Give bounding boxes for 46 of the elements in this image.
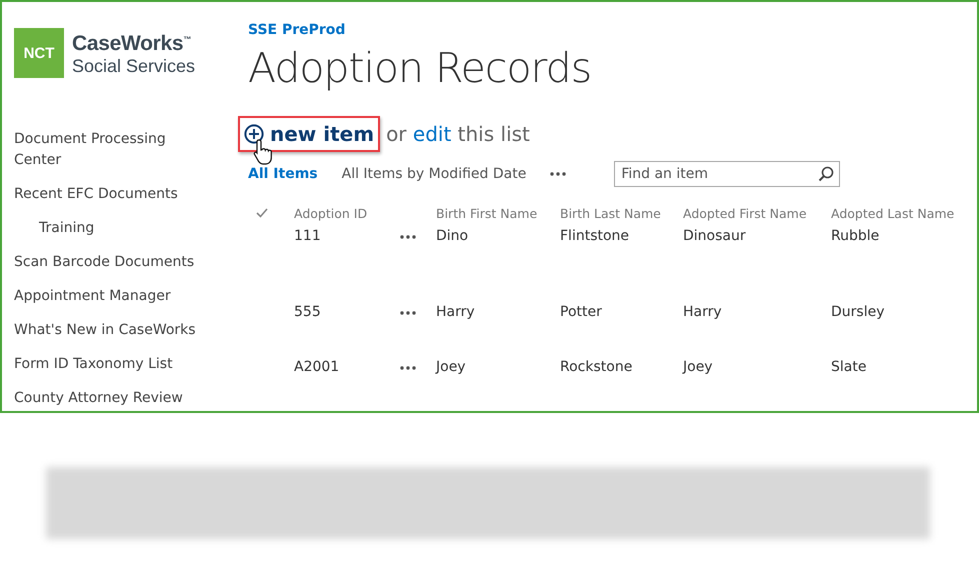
table-cell: Harry: [683, 304, 722, 320]
brand-subtitle: Social Services: [72, 55, 196, 77]
more-icon[interactable]: [400, 366, 416, 370]
view-tab[interactable]: All Items: [248, 166, 318, 182]
more-icon[interactable]: [400, 311, 416, 315]
nav-link[interactable]: Appointment Manager: [14, 286, 204, 307]
table-cell: Joey: [683, 359, 713, 375]
column-header[interactable]: Birth Last Name: [560, 206, 661, 221]
table-cell: Joey: [436, 359, 466, 375]
nav-link[interactable]: Training: [14, 218, 229, 239]
table-cell: A2001: [294, 359, 340, 375]
check-icon: [256, 208, 268, 218]
nav-link[interactable]: What's New in CaseWorks: [14, 320, 204, 341]
table-cell: Dino: [436, 228, 468, 244]
more-icon[interactable]: [400, 235, 416, 239]
site-link[interactable]: SSE PreProd: [248, 22, 346, 38]
table-cell: Rubble: [831, 228, 880, 244]
search-field[interactable]: Find an item: [614, 161, 840, 187]
table-cell: Slate: [831, 359, 866, 375]
table-cell: 555: [294, 304, 321, 320]
table-cell: Flintstone: [560, 228, 630, 244]
more-icon[interactable]: [550, 172, 566, 176]
view-tab[interactable]: All Items by Modified Date: [342, 166, 526, 182]
add-icon[interactable]: [244, 124, 264, 144]
column-header[interactable]: Adopted Last Name: [831, 206, 954, 221]
table-cell: 111: [294, 228, 321, 244]
nav-link[interactable]: County Attorney Review: [14, 388, 204, 409]
nav-link[interactable]: Recent EFC Documents: [14, 184, 204, 205]
nav-link[interactable]: Document Processing Center: [14, 129, 204, 171]
column-header[interactable]: Adoption ID: [294, 206, 368, 221]
column-header[interactable]: Adopted First Name: [683, 206, 807, 221]
table-cell: Dursley: [831, 304, 884, 320]
column-header[interactable]: Birth First Name: [436, 206, 538, 221]
edit-link[interactable]: edit: [412, 122, 452, 146]
table-cell: Potter: [560, 304, 602, 320]
logo-badge: NCT: [14, 28, 64, 78]
nav-link[interactable]: Form ID Taxonomy List: [14, 354, 204, 375]
brand-name: CaseWorks$^{™}$: [72, 31, 192, 55]
table-cell: Harry: [436, 304, 475, 320]
table-cell: Rockstone: [560, 359, 632, 375]
table-cell: Dinosaur: [683, 228, 746, 244]
nav-link[interactable]: Scan Barcode Documents: [14, 252, 204, 273]
new-item-link[interactable]: new item: [270, 122, 374, 146]
page-title: Adoption Records: [248, 44, 592, 92]
edit-prompt: or edit this list: [386, 122, 530, 146]
search-icon[interactable]: [818, 166, 834, 182]
